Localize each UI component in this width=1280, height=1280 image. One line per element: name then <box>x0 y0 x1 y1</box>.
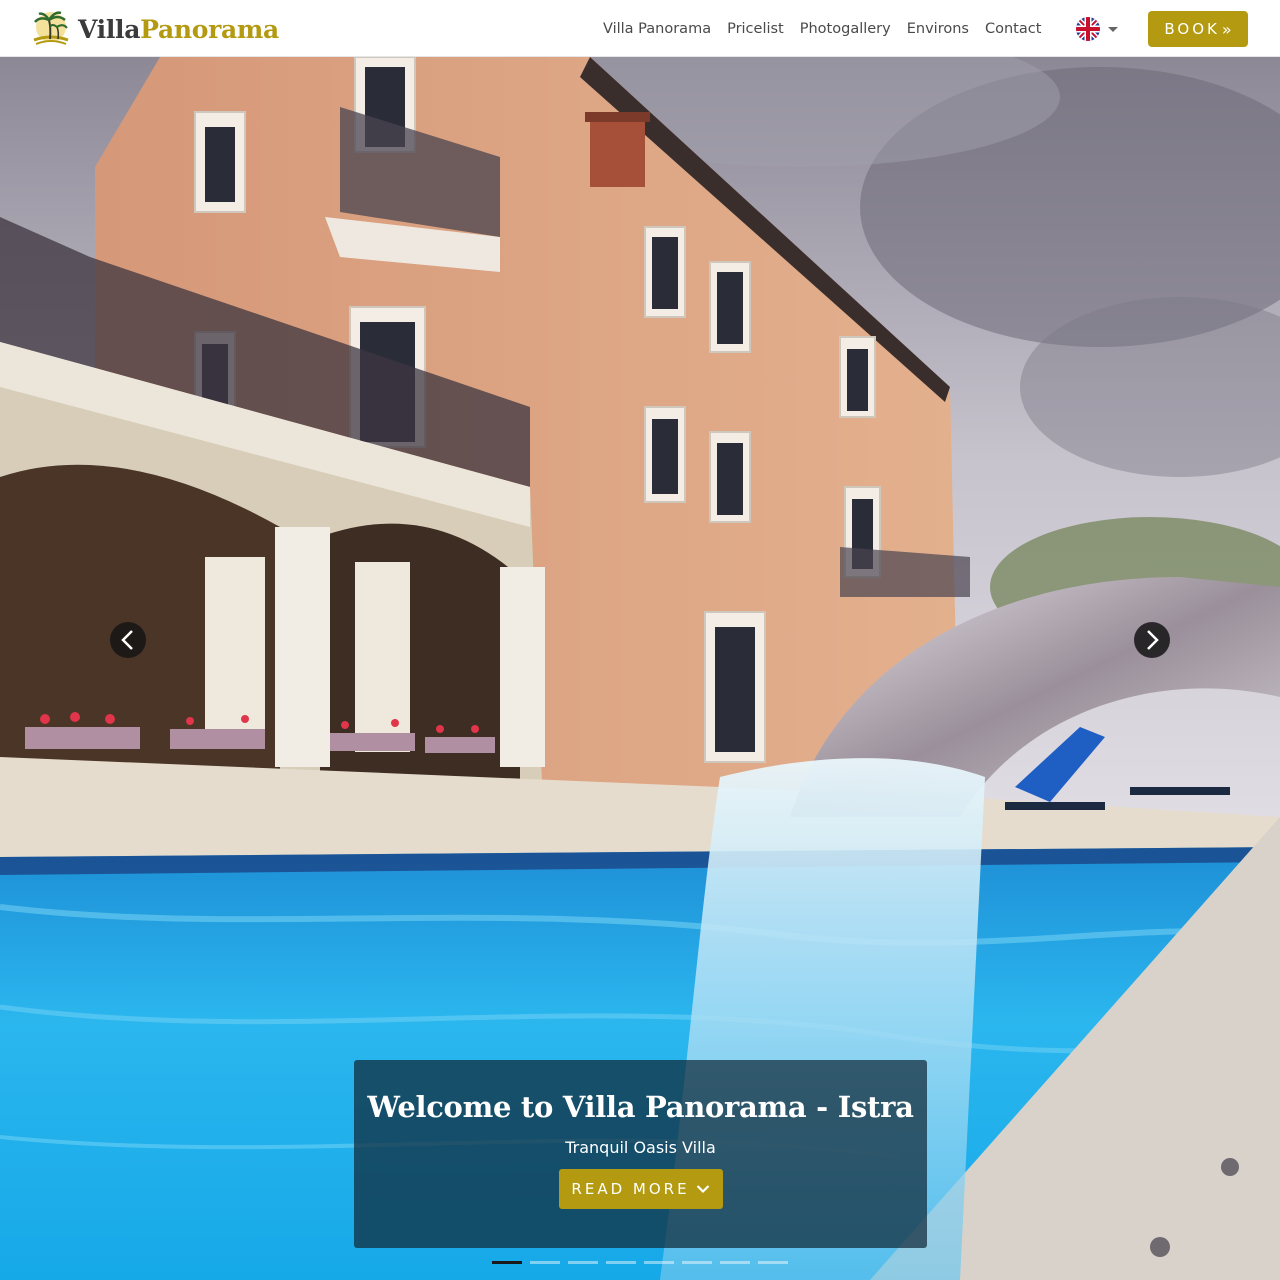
hero-subtitle: Tranquil Oasis Villa <box>565 1138 716 1157</box>
site-header: VillaPanorama Villa Panorama Pricelist P… <box>0 0 1280 57</box>
palm-tree-logo-icon <box>33 11 69 45</box>
carousel-indicator[interactable] <box>530 1261 560 1264</box>
chevron-down-icon <box>696 1185 709 1194</box>
nav-item-environs[interactable]: Environs <box>899 21 977 37</box>
book-button-label: BOOK <box>1164 20 1220 38</box>
nav-item-villa-panorama[interactable]: Villa Panorama <box>595 21 719 37</box>
book-button[interactable]: BOOK » <box>1148 11 1248 47</box>
carousel-indicator[interactable] <box>758 1261 788 1264</box>
carousel-indicator[interactable] <box>492 1261 522 1264</box>
chevron-left-icon <box>121 630 133 650</box>
read-more-label: READ MORE <box>571 1180 690 1198</box>
carousel-indicators <box>492 1261 796 1264</box>
brand-name: VillaPanorama <box>78 15 279 44</box>
uk-flag-icon <box>1076 17 1100 41</box>
carousel-indicator[interactable] <box>606 1261 636 1264</box>
chevron-double-right-icon: » <box>1221 19 1232 39</box>
language-selector[interactable] <box>1076 17 1118 41</box>
hero-caption: Welcome to Villa Panorama - Istra Tranqu… <box>354 1060 927 1248</box>
carousel-prev-button[interactable] <box>110 622 146 658</box>
carousel-next-button[interactable] <box>1134 622 1170 658</box>
nav-item-photogallery[interactable]: Photogallery <box>792 21 899 37</box>
brand-name-part1: Villa <box>78 14 141 44</box>
carousel-indicator[interactable] <box>568 1261 598 1264</box>
hero-title: Welcome to Villa Panorama - Istra <box>367 1090 914 1124</box>
carousel-indicator[interactable] <box>644 1261 674 1264</box>
nav-item-contact[interactable]: Contact <box>977 21 1049 37</box>
main-nav: Villa Panorama Pricelist Photogallery En… <box>595 0 1049 57</box>
carousel-indicator[interactable] <box>682 1261 712 1264</box>
read-more-button[interactable]: READ MORE <box>558 1169 723 1209</box>
caret-down-icon <box>1108 26 1118 32</box>
site-logo[interactable]: VillaPanorama <box>30 10 279 48</box>
brand-name-part2: Panorama <box>140 14 279 44</box>
nav-item-pricelist[interactable]: Pricelist <box>719 21 792 37</box>
hero-slider: Welcome to Villa Panorama - Istra Tranqu… <box>0 57 1280 1280</box>
carousel-indicator[interactable] <box>720 1261 750 1264</box>
chevron-right-icon <box>1147 630 1159 650</box>
